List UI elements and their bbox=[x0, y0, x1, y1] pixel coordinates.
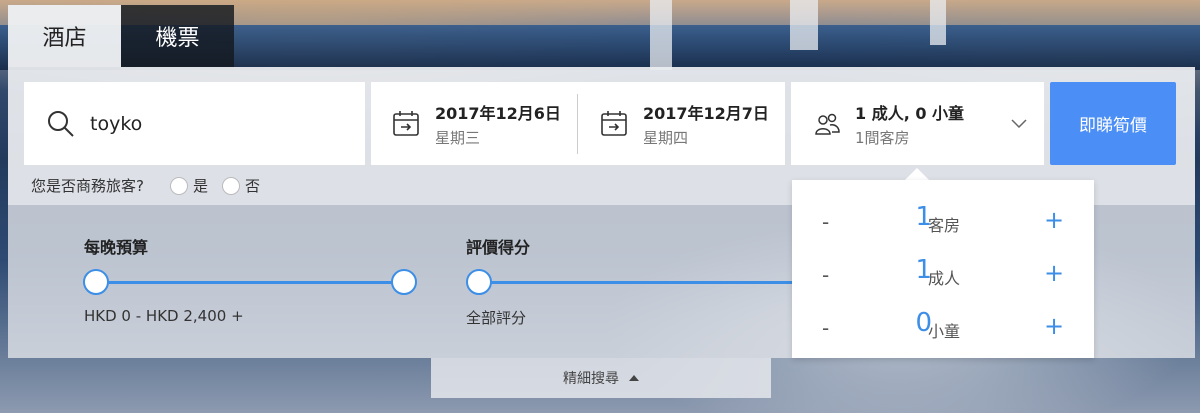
children-increment-button[interactable]: + bbox=[1044, 312, 1064, 340]
guests-summary: 1 成人, 0 小童 bbox=[855, 103, 965, 123]
pillar bbox=[930, 0, 946, 45]
children-decrement-button[interactable]: - bbox=[822, 316, 829, 340]
rooms-increment-button[interactable]: + bbox=[1044, 206, 1064, 234]
children-unit: 小童 bbox=[928, 322, 961, 341]
date-range: 2017年12月6日 星期三 2017年12月7日 星期四 bbox=[371, 82, 785, 165]
checkout-date-text: 2017年12月7日 bbox=[643, 103, 769, 123]
rooms-unit: 客房 bbox=[928, 216, 961, 235]
rooms-count: 1 bbox=[915, 202, 932, 232]
caret-up-icon bbox=[629, 375, 639, 381]
budget-max-handle[interactable] bbox=[391, 269, 417, 295]
search-icon bbox=[48, 110, 74, 137]
rooms-row: - 1 客房 + bbox=[792, 202, 1094, 242]
budget-range-text: HKD 0 - HKD 2,400 + bbox=[84, 307, 244, 325]
adults-count: 1 bbox=[915, 255, 932, 285]
chevron-down-icon bbox=[1011, 119, 1027, 129]
people-icon bbox=[815, 113, 840, 135]
tab-flights[interactable]: 機票 bbox=[121, 5, 234, 67]
refine-search-label: 精細搜尋 bbox=[563, 371, 619, 387]
checkin-weekday: 星期三 bbox=[435, 128, 481, 147]
business-yes-label: 是 bbox=[192, 177, 208, 195]
budget-slider-track[interactable] bbox=[96, 281, 404, 284]
adults-increment-button[interactable]: + bbox=[1044, 259, 1064, 287]
guests-selector[interactable]: 1 成人, 0 小童 1間客房 bbox=[791, 82, 1044, 165]
rooms-summary: 1間客房 bbox=[855, 128, 910, 147]
destination-input[interactable] bbox=[90, 112, 350, 135]
checkin-date[interactable]: 2017年12月6日 星期三 bbox=[391, 82, 561, 165]
date-divider bbox=[577, 94, 578, 154]
pillar bbox=[790, 0, 818, 50]
business-no-radio[interactable] bbox=[221, 176, 240, 195]
adults-decrement-button[interactable]: - bbox=[822, 263, 829, 287]
adults-row: - 1 成人 + bbox=[792, 255, 1094, 295]
search-button[interactable]: 即睇筍價 bbox=[1050, 82, 1176, 165]
refine-search-toggle[interactable]: 精細搜尋 bbox=[431, 358, 771, 398]
calendar-checkout-icon bbox=[601, 110, 627, 136]
children-count: 0 bbox=[915, 308, 932, 338]
children-row: - 0 小童 + bbox=[792, 308, 1094, 348]
tab-bar: 酒店 機票 bbox=[8, 5, 234, 67]
business-question-label: 您是否商務旅客? bbox=[31, 177, 144, 195]
business-no-label: 否 bbox=[244, 177, 260, 195]
destination-field[interactable] bbox=[24, 82, 365, 165]
budget-label: 每晚預算 bbox=[84, 238, 149, 257]
rating-label: 評價得分 bbox=[466, 238, 531, 257]
business-traveler-question: 您是否商務旅客? 是 否 bbox=[31, 175, 260, 196]
rating-value-text: 全部評分 bbox=[466, 309, 527, 327]
rooms-decrement-button[interactable]: - bbox=[822, 210, 829, 234]
checkout-date[interactable]: 2017年12月7日 星期四 bbox=[599, 82, 769, 165]
adults-unit: 成人 bbox=[928, 269, 961, 288]
budget-min-handle[interactable] bbox=[83, 269, 109, 295]
calendar-checkin-icon bbox=[393, 110, 419, 136]
business-yes-radio[interactable] bbox=[169, 176, 188, 195]
dropdown-caret bbox=[905, 168, 929, 180]
rating-handle[interactable] bbox=[466, 269, 492, 295]
guests-dropdown: - 1 客房 + - 1 成人 + - 0 小童 + bbox=[792, 180, 1094, 358]
tab-hotels[interactable]: 酒店 bbox=[8, 5, 121, 67]
checkin-date-text: 2017年12月6日 bbox=[435, 103, 561, 123]
pillar bbox=[650, 0, 672, 70]
checkout-weekday: 星期四 bbox=[643, 128, 689, 147]
rating-slider-track[interactable] bbox=[479, 281, 792, 284]
